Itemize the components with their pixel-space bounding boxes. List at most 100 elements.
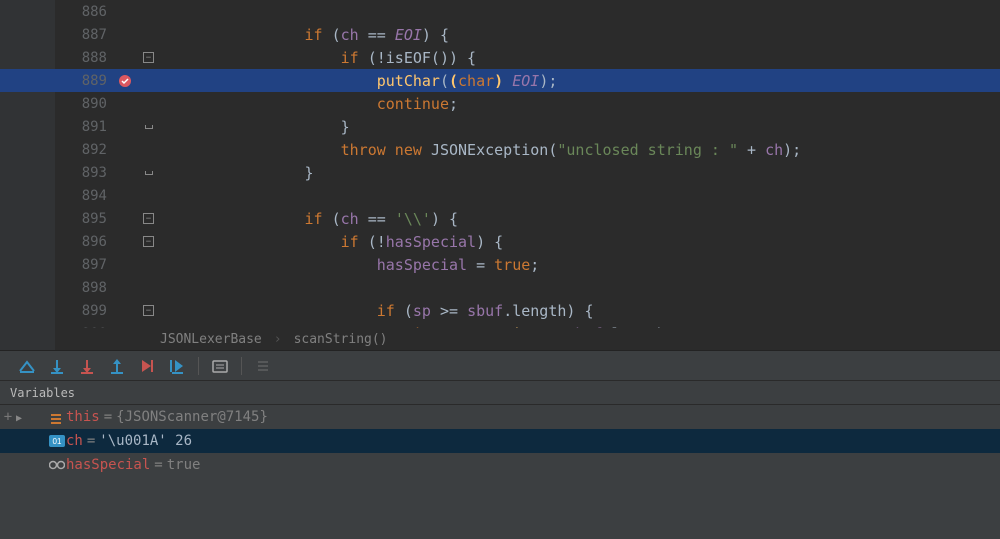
fold-gutter: − <box>137 305 160 316</box>
variable-row[interactable]: 01 ch='\u001A' 26 <box>0 429 1000 453</box>
variables-header: Variables <box>0 381 1000 405</box>
code-line[interactable]: 889 putChar((char) EOI); <box>0 69 1000 92</box>
code-text[interactable]: continue; <box>160 95 1000 113</box>
code-text[interactable]: if (!hasSpecial) { <box>160 233 1000 251</box>
fold-gutter: − <box>137 236 160 247</box>
toolbar-divider <box>241 357 242 375</box>
code-line[interactable]: 894 <box>0 184 1000 207</box>
svg-text:01: 01 <box>53 437 62 446</box>
prim-icon: 01 <box>48 435 66 447</box>
code-text[interactable]: if (ch == '\\') { <box>160 210 1000 228</box>
fold-toggle-icon[interactable]: − <box>143 236 154 247</box>
bool-icon <box>48 460 66 470</box>
line-number: 888 <box>0 50 113 66</box>
line-number: 899 <box>0 303 113 319</box>
code-line[interactable]: 886 <box>0 0 1000 23</box>
variable-name: this <box>66 409 100 425</box>
code-line[interactable]: 893 } <box>0 161 1000 184</box>
code-text[interactable]: putChar((char) EOI); <box>160 72 1000 90</box>
variable-name: ch <box>66 433 83 449</box>
line-number: 895 <box>0 211 113 227</box>
code-editor[interactable]: 886 887 if (ch == EOI) { 888 − if (!isEOF()… <box>0 0 1000 350</box>
code-text[interactable]: hasSpecial = true; <box>160 256 1000 274</box>
code-line[interactable]: 890 continue; <box>0 92 1000 115</box>
drop-frame-button[interactable] <box>132 351 162 381</box>
toolbar-divider <box>198 357 199 375</box>
code-line[interactable]: 887 if (ch == EOI) { <box>0 23 1000 46</box>
code-line[interactable]: 888 − if (!isEOF()) { <box>0 46 1000 69</box>
line-number: 887 <box>0 27 113 43</box>
code-line[interactable]: 895 − if (ch == '\\') { <box>0 207 1000 230</box>
fold-toggle-icon[interactable]: − <box>143 305 154 316</box>
code-line[interactable]: 891 } <box>0 115 1000 138</box>
fold-end-icon <box>145 125 153 129</box>
variable-row[interactable]: +▶ this={JSONScanner@7145} <box>0 405 1000 429</box>
step-out-icon <box>108 357 126 375</box>
line-number: 893 <box>0 165 113 181</box>
code-line[interactable]: 898 <box>0 276 1000 299</box>
code-line[interactable]: 899 − if (sp >= sbuf.length) { <box>0 299 1000 322</box>
variable-separator: = <box>100 409 116 425</box>
run-to-cursor-icon <box>168 357 186 375</box>
variable-name: hasSpecial <box>66 457 150 473</box>
fold-toggle-icon[interactable]: − <box>143 52 154 63</box>
code-text[interactable]: if (ch == EOI) { <box>160 26 1000 44</box>
step-over-button[interactable] <box>42 351 72 381</box>
settings-button <box>248 351 278 381</box>
line-number: 898 <box>0 280 113 296</box>
variables-title: Variables <box>10 386 75 400</box>
line-number: 897 <box>0 257 113 273</box>
code-text[interactable]: throw new JSONException("unclosed string… <box>160 141 1000 159</box>
step-into-icon <box>78 357 96 375</box>
variables-tree[interactable]: +▶ this={JSONScanner@7145}01 ch='\u001A'… <box>0 405 1000 539</box>
line-number: 886 <box>0 4 113 20</box>
evaluate-button[interactable] <box>205 351 235 381</box>
variable-value: '\u001A' 26 <box>99 433 192 449</box>
debugger-toolbar <box>0 351 1000 381</box>
breadcrumb-method[interactable]: scanString() <box>294 332 388 347</box>
breadcrumb[interactable]: JSONLexerBase › scanString() <box>160 328 388 350</box>
settings-icon <box>254 357 272 375</box>
step-into-button[interactable] <box>72 351 102 381</box>
fold-toggle-icon[interactable]: − <box>143 213 154 224</box>
expand-toggle[interactable]: ▶ <box>16 409 32 425</box>
fold-gutter: − <box>137 52 160 63</box>
variable-value: true <box>167 457 201 473</box>
breadcrumb-class[interactable]: JSONLexerBase <box>160 332 262 347</box>
breadcrumb-separator-icon: › <box>274 332 282 347</box>
code-text[interactable]: } <box>160 164 1000 182</box>
variable-row[interactable]: hasSpecial=true <box>0 453 1000 477</box>
line-number: 894 <box>0 188 113 204</box>
breakpoint-icon[interactable] <box>118 74 132 88</box>
step-over-icon <box>48 357 66 375</box>
line-number: 889 <box>0 73 113 89</box>
fold-gutter <box>137 125 160 129</box>
run-to-cursor-button[interactable] <box>162 351 192 381</box>
line-number: 890 <box>0 96 113 112</box>
line-number: 892 <box>0 142 113 158</box>
fold-gutter <box>137 171 160 175</box>
code-line[interactable]: 900 int newCapcity = sbuf.length * 2; <box>0 322 1000 328</box>
fold-gutter: − <box>137 213 160 224</box>
debugger-panel: Variables +▶ this={JSONScanner@7145}01 c… <box>0 350 1000 539</box>
gutter-marker <box>113 74 137 88</box>
code-line[interactable]: 892 throw new JSONException("unclosed st… <box>0 138 1000 161</box>
show-ee-button[interactable] <box>12 351 42 381</box>
variable-separator: = <box>150 457 166 473</box>
line-number: 891 <box>0 119 113 135</box>
code-text[interactable]: if (sp >= sbuf.length) { <box>160 302 1000 320</box>
evaluate-icon <box>211 357 229 375</box>
step-out-button[interactable] <box>102 351 132 381</box>
variable-value: {JSONScanner@7145} <box>116 409 268 425</box>
obj-icon <box>48 410 66 424</box>
show-ee-icon <box>18 357 36 375</box>
add-watch-button[interactable]: + <box>0 409 16 425</box>
variable-separator: = <box>83 433 99 449</box>
code-text[interactable]: if (!isEOF()) { <box>160 49 1000 67</box>
code-text[interactable]: } <box>160 118 1000 136</box>
drop-frame-icon <box>138 357 156 375</box>
line-number: 900 <box>0 326 113 329</box>
fold-end-icon <box>145 171 153 175</box>
code-line[interactable]: 896− if (!hasSpecial) { <box>0 230 1000 253</box>
code-line[interactable]: 897 hasSpecial = true; <box>0 253 1000 276</box>
